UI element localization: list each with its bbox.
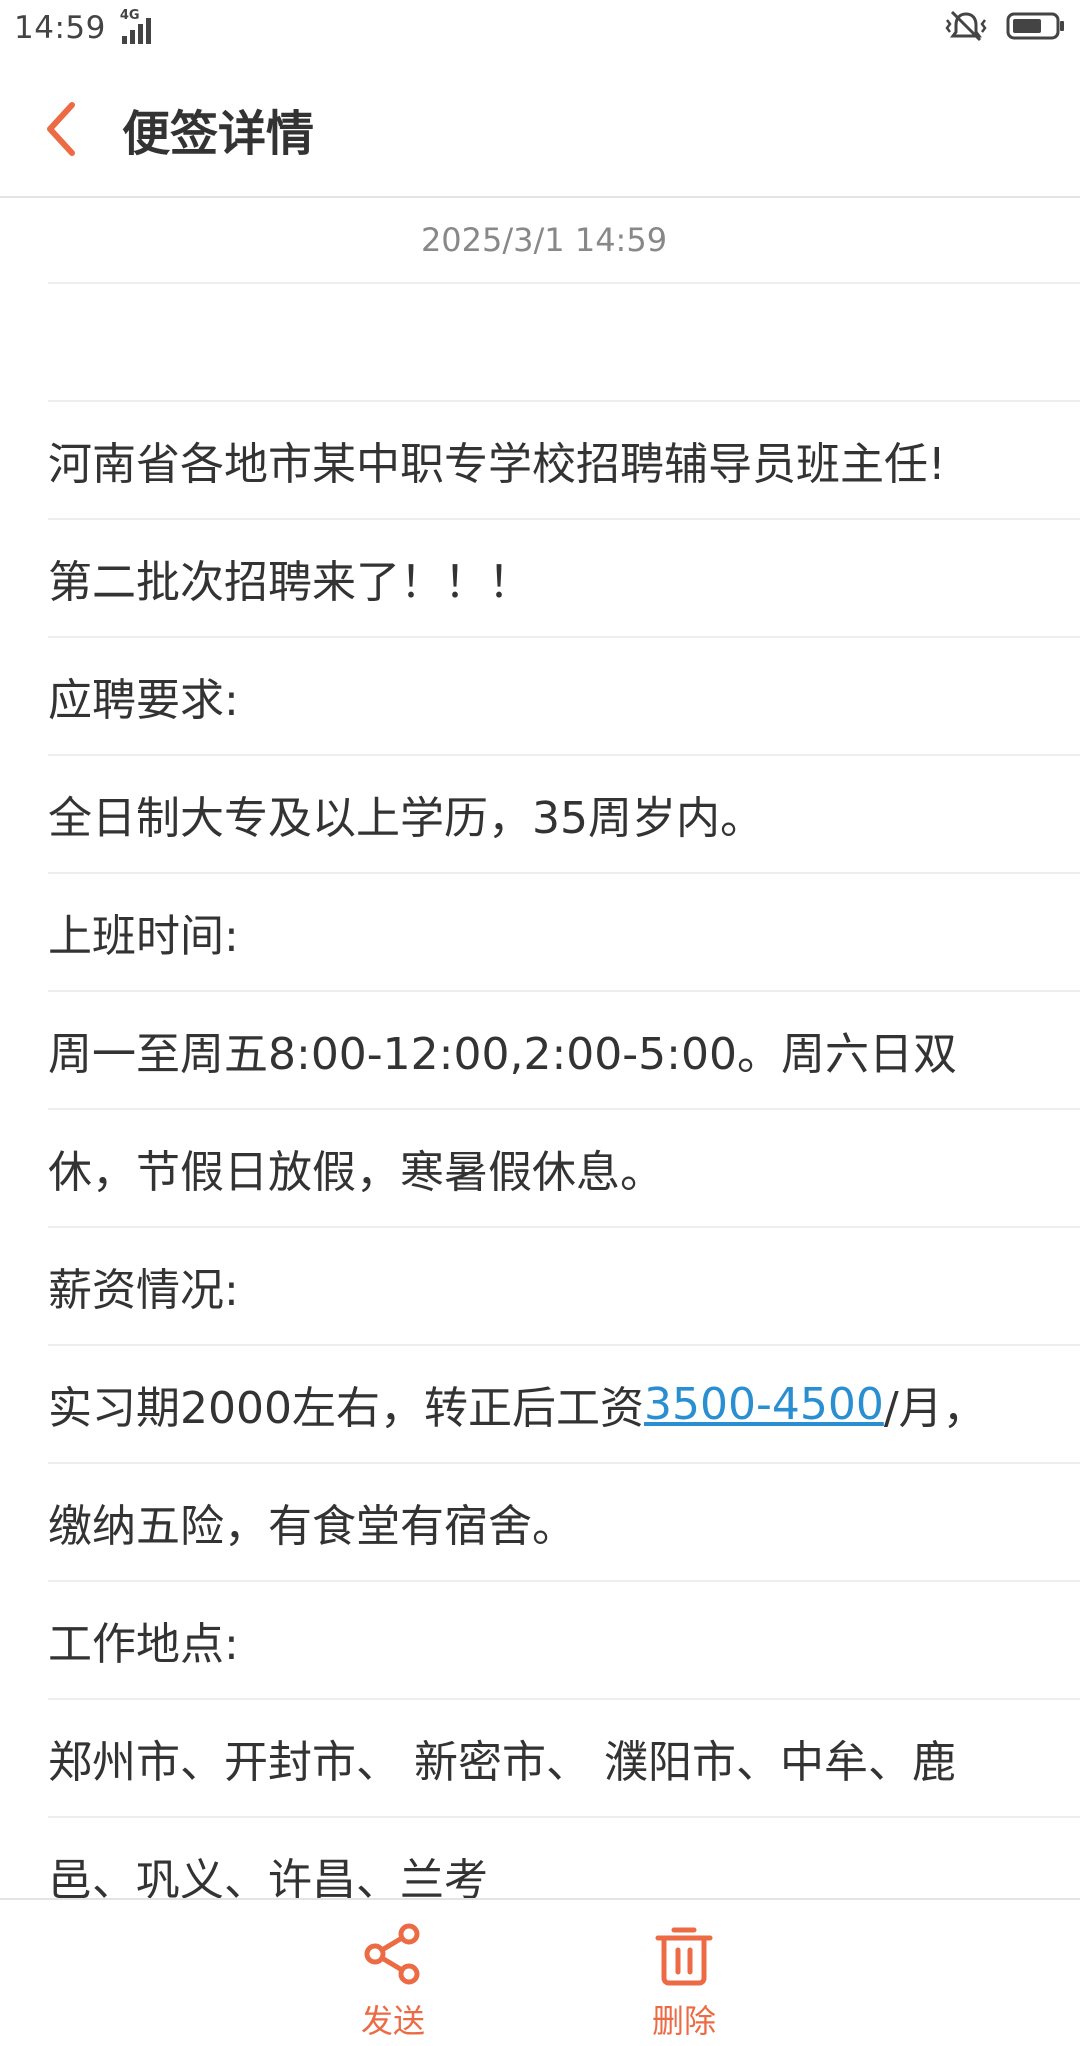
- delete-button[interactable]: 删除: [624, 1922, 744, 2042]
- bottom-action-bar: 发送 删除: [0, 1898, 1080, 2046]
- salary-text-before: 实习期2000左右，转正后工资: [48, 1383, 644, 1434]
- note-line: 河南省各地市某中职专学校招聘辅导员班主任!: [48, 402, 1080, 520]
- note-body[interactable]: 河南省各地市某中职专学校招聘辅导员班主任! 第二批次招聘来了！！！ 应聘要求: …: [48, 284, 1080, 1936]
- note-line: 工作地点:: [48, 1582, 1080, 1700]
- salary-text-after: /月，: [883, 1383, 987, 1434]
- status-bar: 14:59 4G: [0, 0, 1080, 56]
- signal-icon: 4G: [120, 8, 164, 46]
- note-line: 第二批次招聘来了！！！: [48, 520, 1080, 638]
- back-button[interactable]: [36, 96, 86, 166]
- note-line-salary: 实习期2000左右，转正后工资 3500-4500/月，: [48, 1346, 1080, 1464]
- note-line: 郑州市、开封市、 新密市、 濮阳市、中牟、鹿: [48, 1700, 1080, 1818]
- share-icon: [361, 1922, 425, 1990]
- note-line: 周一至周五8:00-12:00,2:00-5:00。周六日双: [48, 992, 1080, 1110]
- status-left: 14:59 4G: [14, 8, 164, 46]
- header: 便签详情: [0, 56, 1080, 198]
- note-line: [48, 284, 1080, 402]
- mute-vibrate-icon: [944, 8, 988, 48]
- note-line: 上班时间:: [48, 874, 1080, 992]
- status-right: [944, 8, 1066, 48]
- note-line: 全日制大专及以上学历，35周岁内。: [48, 756, 1080, 874]
- send-button[interactable]: 发送: [333, 1922, 453, 2042]
- delete-label: 删除: [651, 2002, 716, 2040]
- battery-icon: [1006, 11, 1066, 45]
- note-line: 应聘要求:: [48, 638, 1080, 756]
- status-time: 14:59: [14, 10, 106, 46]
- note-line: 休，节假日放假，寒暑假休息。: [48, 1110, 1080, 1228]
- salary-range-link[interactable]: 3500-4500: [644, 1379, 884, 1430]
- note-line: 薪资情况:: [48, 1228, 1080, 1346]
- note-line: 缴纳五险，有食堂有宿舍。: [48, 1464, 1080, 1582]
- note-date: 2025/3/1 14:59: [420, 221, 668, 259]
- trash-icon: [652, 1922, 716, 1990]
- note-date-row: 2025/3/1 14:59: [48, 198, 1080, 284]
- chevron-left-icon: [44, 101, 78, 161]
- page-title: 便签详情: [122, 106, 315, 162]
- send-label: 发送: [360, 2002, 425, 2040]
